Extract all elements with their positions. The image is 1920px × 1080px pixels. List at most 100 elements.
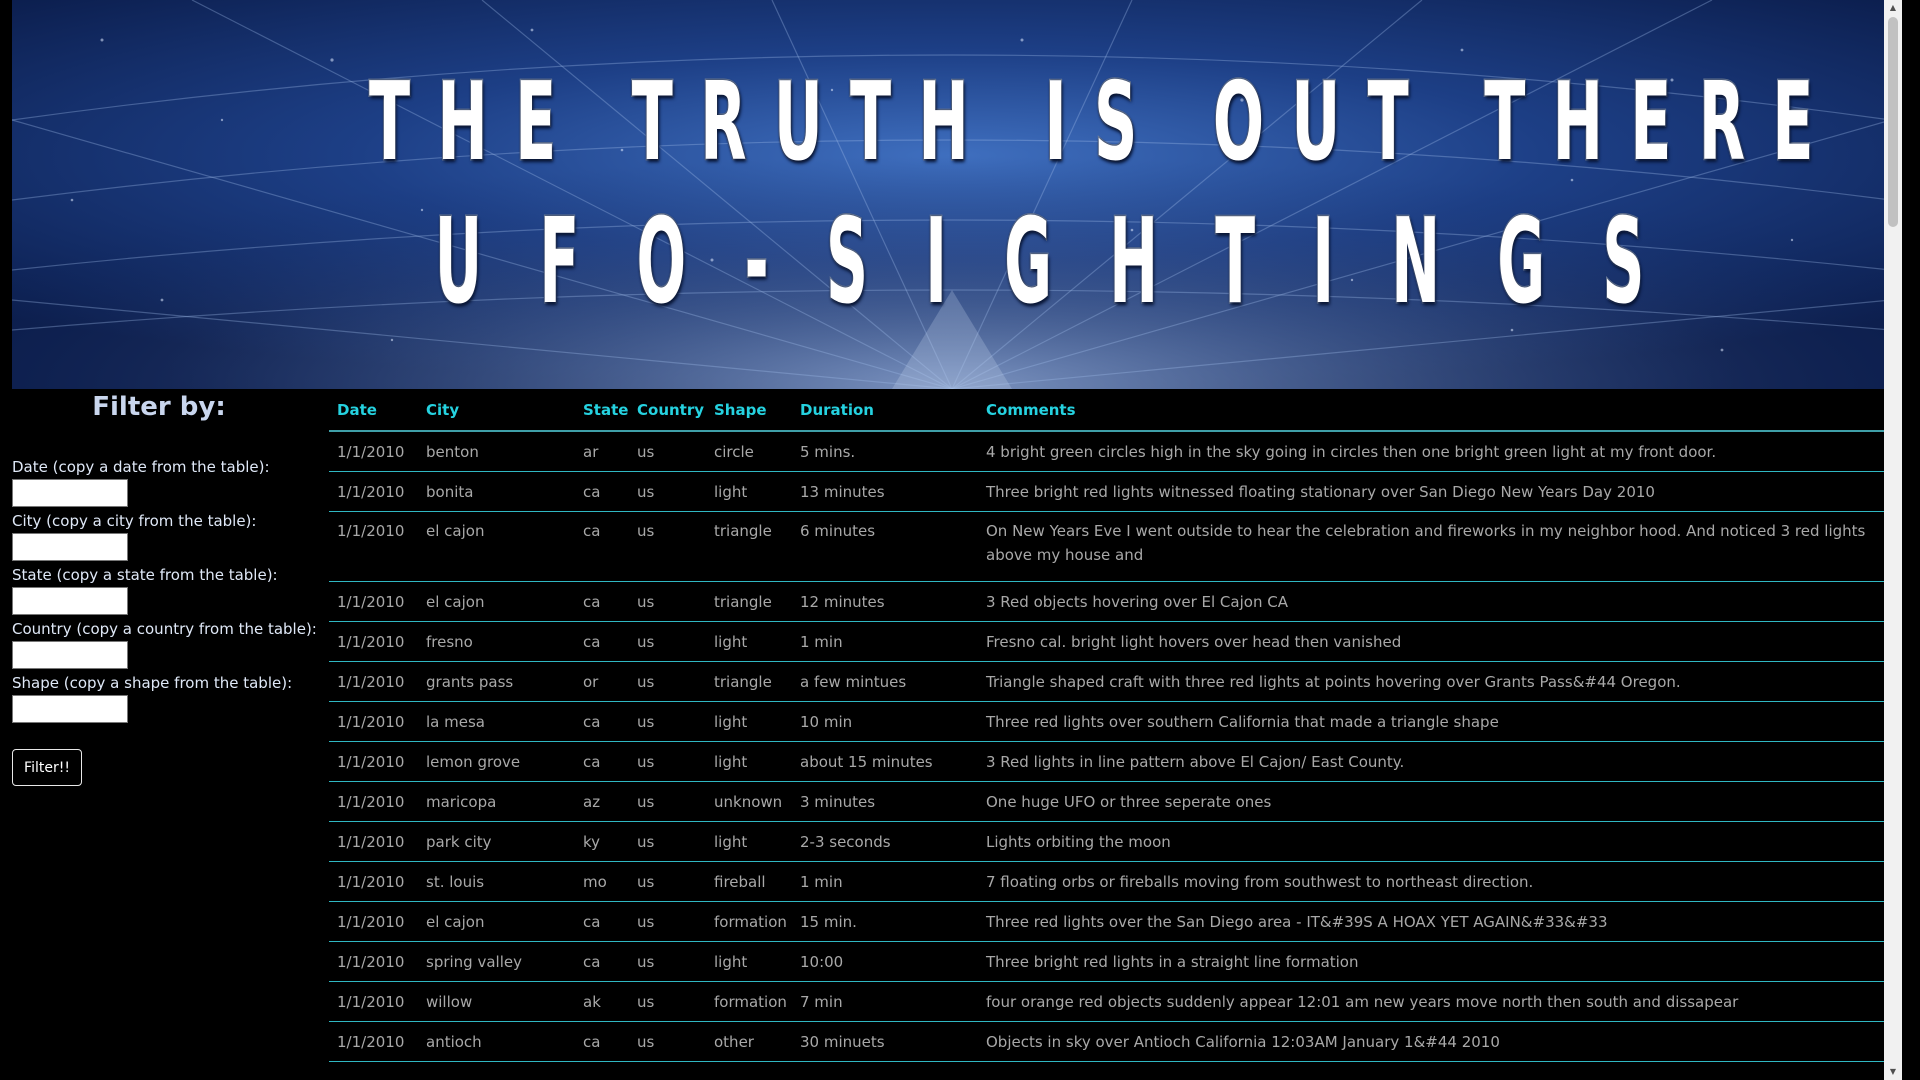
table-row: 1/1/2010 park city ky us light 2-3 seconds Lig… [329, 821, 1891, 862]
cell-date: 1/1/2010 [329, 901, 418, 942]
city-filter-label: City (copy a city from the table): [12, 512, 257, 530]
cell-country: us [629, 471, 706, 512]
date-filter-label: Date (copy a date from the table): [12, 458, 270, 476]
cell-city: el cajon [418, 511, 575, 582]
cell-state: ca [575, 511, 629, 582]
table-row: 1/1/2010 antioch ca us other 30 minuets Object… [329, 1021, 1891, 1062]
cell-shape: triangle [706, 511, 792, 582]
cell-country: us [629, 861, 706, 902]
cell-date: 1/1/2010 [329, 581, 418, 622]
table-row: 1/1/2010 grants pass or us triangle a few min… [329, 661, 1891, 702]
shape-filter-input[interactable] [12, 695, 128, 723]
cell-country: us [629, 661, 706, 702]
column-header-duration: Duration [792, 390, 978, 432]
cell-state: ca [575, 581, 629, 622]
filter-heading: Filter by: [92, 392, 226, 422]
cell-state: ca [575, 621, 629, 662]
cell-state: ak [575, 981, 629, 1022]
cell-duration: 30 minuets [792, 1021, 978, 1062]
cell-duration: a few mintues [792, 661, 978, 702]
cell-comments: Triangle shaped craft with three red lig… [978, 661, 1891, 702]
table-row: 1/1/2010 el cajon ca us triangle 12 minutes 3 … [329, 581, 1891, 622]
filter-button[interactable]: Filter!! [12, 749, 82, 786]
cell-city: lemon grove [418, 741, 575, 782]
cell-city: benton [418, 431, 575, 472]
cell-state: ar [575, 431, 629, 472]
cell-city: fresno [418, 621, 575, 662]
cell-shape: light [706, 701, 792, 742]
country-filter-label: Country (copy a country from the table): [12, 620, 317, 638]
cell-shape: unknown [706, 781, 792, 822]
cell-shape: light [706, 821, 792, 862]
scroll-down-arrow-icon[interactable]: ▼ [1884, 1064, 1902, 1080]
cell-comments: Three bright red lights witnessed floati… [978, 471, 1891, 512]
city-filter-input[interactable] [12, 533, 128, 561]
cell-duration: 10 min [792, 701, 978, 742]
cell-city: bonita [418, 471, 575, 512]
table-row: 1/1/2010 spring valley ca us light 10:00 Three… [329, 941, 1891, 982]
cell-country: us [629, 701, 706, 742]
scroll-up-arrow-icon[interactable]: ▲ [1884, 0, 1902, 16]
cell-state: ky [575, 821, 629, 862]
cell-duration: 13 minutes [792, 471, 978, 512]
state-filter-label: State (copy a state from the table): [12, 566, 278, 584]
table-row: 1/1/2010 maricopa az us unknown 3 minutes One … [329, 781, 1891, 822]
cell-country: us [629, 1021, 706, 1062]
date-filter-input[interactable] [12, 479, 128, 507]
sightings-table: Date City State Country Shape Duration Comment… [329, 390, 1891, 1062]
cell-date: 1/1/2010 [329, 1021, 418, 1062]
cell-shape: light [706, 471, 792, 512]
column-header-city: City [418, 390, 575, 432]
cell-city: willow [418, 981, 575, 1022]
cell-city: el cajon [418, 901, 575, 942]
cell-duration: about 15 minutes [792, 741, 978, 782]
table-row: 1/1/2010 la mesa ca us light 10 min Three red … [329, 701, 1891, 742]
cell-comments: four orange red objects suddenly appear … [978, 981, 1891, 1022]
city-filter-group: City (copy a city from the table): [12, 512, 256, 561]
cell-state: ca [575, 941, 629, 982]
cell-comments: 4 bright green circles high in the sky g… [978, 431, 1891, 472]
cell-date: 1/1/2010 [329, 511, 418, 582]
table-row: 1/1/2010 el cajon ca us triangle 6 minutes On … [329, 511, 1891, 582]
cell-city: st. louis [418, 861, 575, 902]
cell-shape: formation [706, 981, 792, 1022]
cell-state: ca [575, 741, 629, 782]
cell-city: antioch [418, 1021, 575, 1062]
cell-duration: 7 min [792, 981, 978, 1022]
table-row: 1/1/2010 el cajon ca us formation 15 min. Thre… [329, 901, 1891, 942]
cell-country: us [629, 431, 706, 472]
cell-duration: 12 minutes [792, 581, 978, 622]
cell-state: ca [575, 701, 629, 742]
banner-title-line-1: THE TRUTH IS OUT THERE [368, 59, 1841, 187]
cell-country: us [629, 741, 706, 782]
shape-filter-label: Shape (copy a shape from the table): [12, 674, 293, 692]
cell-comments: 3 Red objects hovering over El Cajon CA [978, 581, 1891, 622]
cell-duration: 10:00 [792, 941, 978, 982]
cell-country: us [629, 941, 706, 982]
cell-comments: Fresno cal. bright light hovers over hea… [978, 621, 1891, 662]
table-header-row: Date City State Country Shape Duration Comment… [329, 390, 1891, 432]
cell-comments: Three bright red lights in a straight li… [978, 941, 1891, 982]
country-filter-group: Country (copy a country from the table): [12, 620, 317, 669]
vertical-scrollbar[interactable]: ▲ ▼ [1884, 0, 1902, 1080]
cell-comments: Objects in sky over Antioch California 1… [978, 1021, 1891, 1062]
state-filter-input[interactable] [12, 587, 128, 615]
column-header-state: State [575, 390, 629, 432]
column-header-comments: Comments [978, 390, 1891, 432]
cell-date: 1/1/2010 [329, 981, 418, 1022]
cell-date: 1/1/2010 [329, 471, 418, 512]
cell-country: us [629, 781, 706, 822]
country-filter-input[interactable] [12, 641, 128, 669]
cell-date: 1/1/2010 [329, 621, 418, 662]
table-header: Date City State Country Shape Duration Comment… [329, 390, 1891, 432]
state-filter-group: State (copy a state from the table): [12, 566, 278, 615]
cell-date: 1/1/2010 [329, 701, 418, 742]
scrollbar-thumb[interactable] [1888, 17, 1898, 227]
cell-date: 1/1/2010 [329, 941, 418, 982]
cell-comments: Three red lights over the San Diego area… [978, 901, 1891, 942]
cell-state: ca [575, 471, 629, 512]
table-row: 1/1/2010 benton ar us circle 5 mins. 4 bright … [329, 431, 1891, 472]
hero-banner: THE TRUTH IS OUT THERE UFO-SIGHTINGS [12, 0, 1891, 389]
table-body: 1/1/2010 benton ar us circle 5 mins. 4 bright … [329, 431, 1891, 1062]
cell-state: ca [575, 1021, 629, 1062]
